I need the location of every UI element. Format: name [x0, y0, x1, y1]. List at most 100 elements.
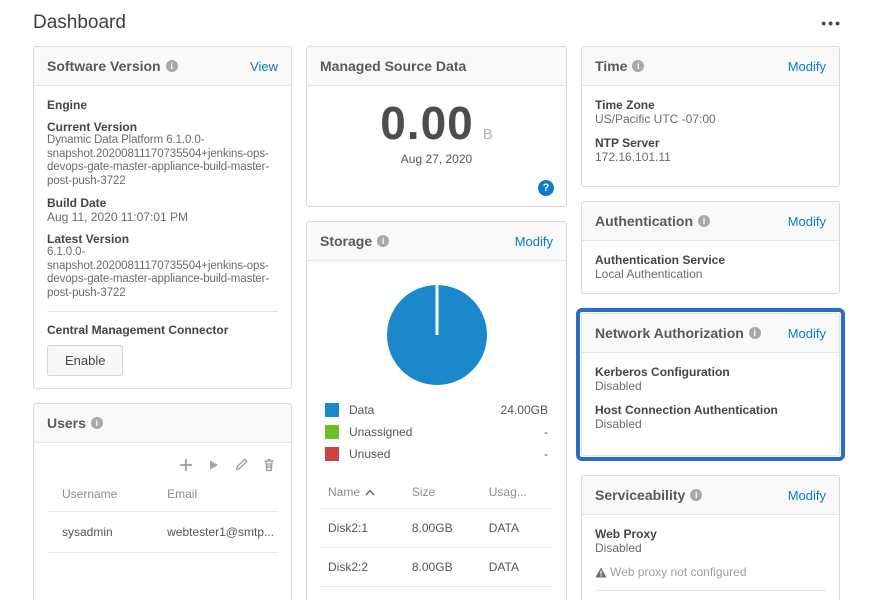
info-icon[interactable]: i — [690, 489, 702, 501]
disk-name: Disk2:2 — [320, 548, 404, 587]
legend-item-unassigned: Unassigned - — [325, 421, 548, 443]
latest-version-label: Latest Version — [47, 232, 278, 246]
software-version-title: Software Version i — [47, 58, 178, 74]
storage-legend: Data 24.00GB Unassigned - Unused - — [320, 399, 553, 465]
dashboard-page: Dashboard ••• Software Version i View En… — [0, 0, 876, 600]
user-username: sysadmin — [47, 512, 152, 553]
username-column-header: Username — [47, 479, 152, 512]
sort-ascending-icon — [365, 489, 375, 496]
host-connection-status: Disabled — [595, 417, 826, 431]
disk-usage: DATA — [481, 587, 553, 600]
disk-table: Name Size Usag... Disk2:1 — [320, 477, 553, 600]
storage-pie-chart — [387, 285, 487, 385]
managed-source-data-title: Managed Source Data — [320, 58, 466, 74]
build-date-label: Build Date — [47, 196, 278, 210]
authentication-header: Authentication i Modify — [582, 202, 839, 241]
info-icon[interactable]: i — [91, 417, 103, 429]
storage-title: Storage i — [320, 233, 389, 249]
delete-user-icon[interactable] — [262, 457, 276, 473]
web-proxy-status: Disabled — [595, 541, 826, 555]
info-icon[interactable]: i — [377, 235, 389, 247]
serviceability-body: Web Proxy Disabled Web proxy not configu… — [582, 515, 839, 600]
storage-body: Data 24.00GB Unassigned - Unused - — [307, 261, 566, 600]
disk-row: Disk2:3 8.00GB DATA — [320, 587, 553, 600]
divider — [47, 311, 278, 312]
software-version-header: Software Version i View — [34, 47, 291, 86]
usage-column-header: Usag... — [481, 477, 553, 509]
ntp-server-value: 172.16.101.11 — [595, 150, 826, 164]
current-version-value: Dynamic Data Platform 6.1.0.0-snapshot.2… — [47, 134, 278, 188]
engine-label: Engine — [47, 98, 278, 112]
network-authorization-modify-link[interactable]: Modify — [788, 326, 826, 341]
serviceability-modify-link[interactable]: Modify — [788, 488, 826, 503]
current-version-label: Current Version — [47, 120, 278, 134]
name-column-sort[interactable]: Name — [328, 485, 375, 499]
warning-icon — [595, 567, 607, 578]
page-title: Dashboard — [33, 12, 126, 34]
time-body: Time Zone US/Pacific UTC -07:00 NTP Serv… — [582, 86, 839, 186]
disk-size: 8.00GB — [404, 548, 481, 587]
size-column-header: Size — [404, 477, 481, 509]
network-authorization-body: Kerberos Configuration Disabled Host Con… — [582, 353, 839, 455]
info-icon[interactable]: i — [632, 60, 644, 72]
view-link[interactable]: View — [250, 59, 278, 74]
time-zone-value: US/Pacific UTC -07:00 — [595, 112, 826, 126]
network-authorization-card: Network Authorization i Modify Kerberos … — [581, 313, 840, 456]
storage-modify-link[interactable]: Modify — [515, 234, 553, 249]
disk-name: Disk2:3 — [320, 587, 404, 600]
legend-item-unused: Unused - — [325, 443, 548, 465]
disk-size: 8.00GB — [404, 587, 481, 600]
users-header: Users i — [34, 404, 291, 443]
host-connection-label: Host Connection Authentication — [595, 403, 826, 417]
legend-item-data: Data 24.00GB — [325, 399, 548, 421]
time-title: Time i — [595, 58, 644, 74]
network-authorization-highlight: Network Authorization i Modify Kerberos … — [576, 308, 845, 461]
info-icon[interactable]: i — [698, 215, 710, 227]
disk-row: Disk2:2 8.00GB DATA — [320, 548, 553, 587]
unassigned-swatch — [325, 425, 339, 439]
disk-row: Disk2:1 8.00GB DATA — [320, 509, 553, 548]
kerberos-label: Kerberos Configuration — [595, 365, 826, 379]
users-body: Username Email sysadmin webtester1@smtp.… — [34, 443, 291, 565]
info-icon[interactable]: i — [166, 60, 178, 72]
central-management-label: Central Management Connector — [47, 323, 278, 337]
data-swatch — [325, 403, 339, 417]
serviceability-header: Serviceability i Modify — [582, 476, 839, 515]
user-row[interactable]: sysadmin webtester1@smtp... — [47, 512, 278, 553]
disk-usage: DATA — [481, 509, 553, 548]
storage-header: Storage i Modify — [307, 222, 566, 261]
help-icon[interactable]: ? — [538, 180, 554, 196]
software-version-card: Software Version i View Engine Current V… — [33, 46, 292, 389]
disk-name: Disk2:1 — [320, 509, 404, 548]
managed-source-data-body: 0.00 B Aug 27, 2020 ? — [307, 86, 566, 206]
add-user-icon[interactable] — [178, 457, 194, 473]
disk-usage: DATA — [481, 548, 553, 587]
latest-version-value: 6.1.0.0-snapshot.20200811170735504+jenki… — [47, 246, 278, 300]
network-authorization-header: Network Authorization i Modify — [582, 314, 839, 353]
build-date-value: Aug 11, 2020 11:07:01 PM — [47, 210, 278, 224]
enable-user-icon[interactable] — [207, 457, 221, 473]
page-header: Dashboard ••• — [33, 12, 842, 34]
kerberos-status: Disabled — [595, 379, 826, 393]
network-authorization-title: Network Authorization i — [595, 325, 761, 341]
email-column-header: Email — [152, 479, 278, 512]
legend-label: Unassigned — [349, 425, 412, 439]
managed-data-date: Aug 27, 2020 — [320, 152, 553, 166]
managed-source-data-header: Managed Source Data — [307, 47, 566, 86]
time-modify-link[interactable]: Modify — [788, 59, 826, 74]
enable-button[interactable]: Enable — [47, 345, 123, 376]
info-icon[interactable]: i — [749, 327, 761, 339]
software-version-body: Engine Current Version Dynamic Data Plat… — [34, 86, 291, 388]
authentication-title: Authentication i — [595, 213, 710, 229]
user-email: webtester1@smtp... — [152, 512, 278, 553]
time-card: Time i Modify Time Zone US/Pacific UTC -… — [581, 46, 840, 187]
authentication-modify-link[interactable]: Modify — [788, 214, 826, 229]
pie-slice-boundary — [435, 285, 438, 335]
unused-swatch — [325, 447, 339, 461]
legend-value: - — [544, 425, 548, 439]
overflow-menu-icon[interactable]: ••• — [821, 18, 842, 28]
authentication-body: Authentication Service Local Authenticat… — [582, 241, 839, 293]
managed-data-value: 0.00 — [380, 96, 474, 150]
legend-value: - — [544, 447, 548, 461]
edit-user-icon[interactable] — [234, 457, 249, 473]
